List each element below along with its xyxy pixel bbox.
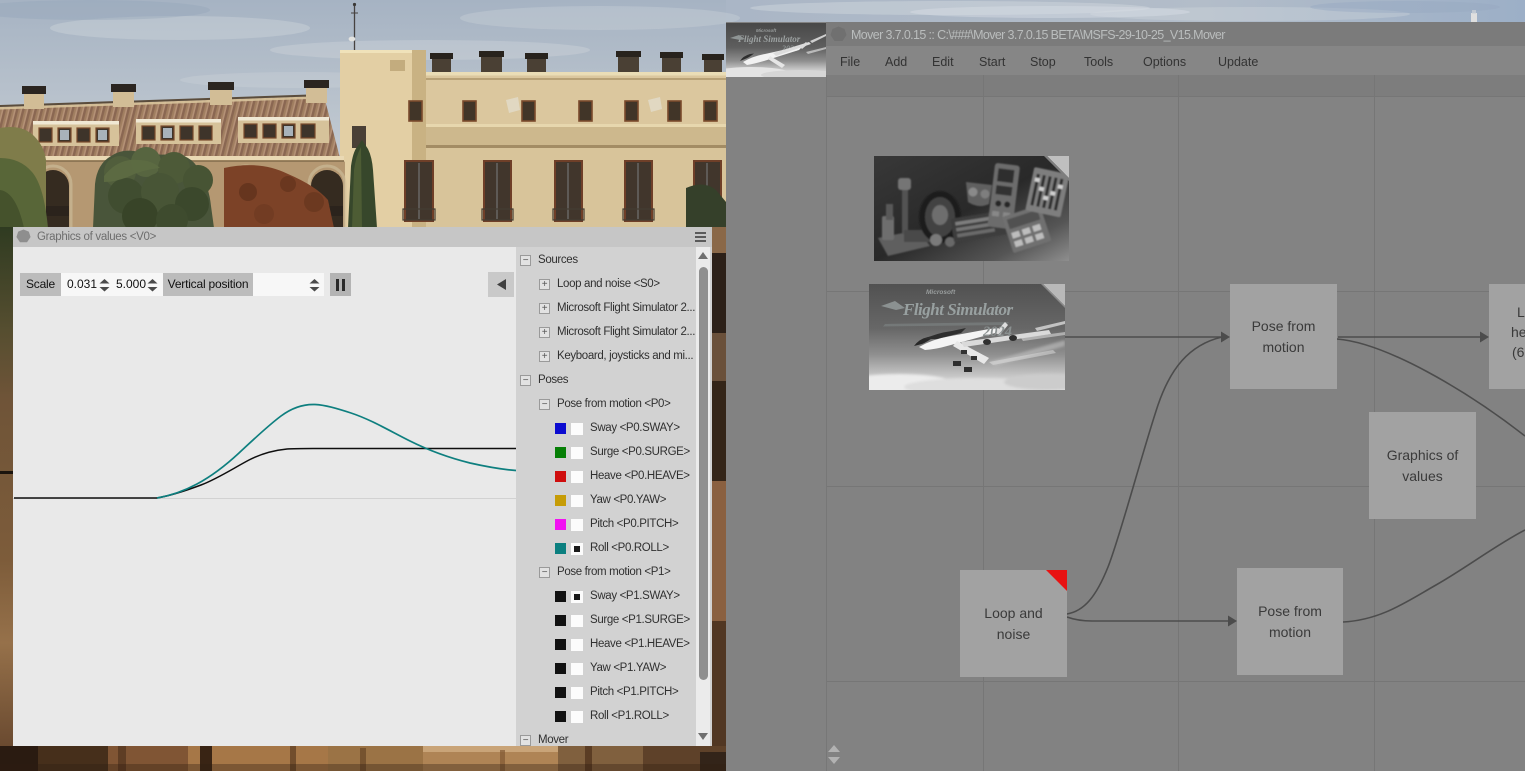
svg-text:Microsoft: Microsoft (926, 289, 956, 296)
svg-text:2024: 2024 (982, 324, 1012, 340)
svg-text:Flight Simulator: Flight Simulator (902, 300, 1014, 319)
svg-text:Microsoft: Microsoft (756, 28, 777, 33)
svg-text:Flight Simulator: Flight Simulator (737, 34, 801, 44)
